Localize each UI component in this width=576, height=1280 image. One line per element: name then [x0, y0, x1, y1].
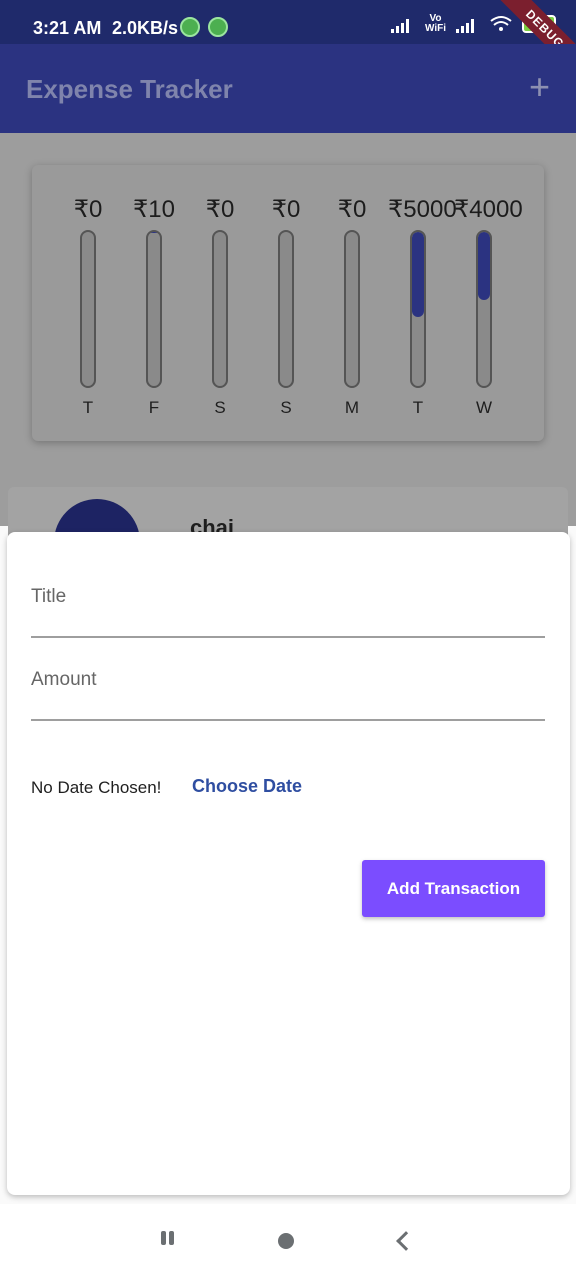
- chart-bar: [278, 230, 294, 388]
- recent-apps-icon[interactable]: [159, 1228, 177, 1248]
- chart-bar-fill: [412, 232, 424, 318]
- chart-column: ₹0 M: [322, 165, 382, 441]
- app-bar: Expense Tracker +: [0, 44, 576, 133]
- chart-day-label: W: [475, 398, 493, 417]
- new-transaction-sheet: Title Amount No Date Chosen! Choose Date…: [7, 532, 570, 1195]
- chart-column: ₹0 T: [58, 165, 118, 441]
- chart-day-label: S: [280, 398, 292, 417]
- notification-app-icon: [208, 17, 228, 37]
- chart-amount-label: ₹0: [205, 196, 235, 223]
- chart-amount-label: ₹5000: [388, 196, 457, 223]
- status-time: 3:21 AM: [33, 18, 102, 38]
- chart-bar: [344, 230, 360, 388]
- signal-icon: [456, 15, 480, 33]
- chart-column: ₹0 S: [190, 165, 250, 441]
- background-content: ₹0 T ₹10 F ₹0 S ₹0 S ₹0 M ₹5000 T ₹4000 W chai: [0, 133, 576, 585]
- chart-bar: [212, 230, 228, 388]
- home-icon[interactable]: [278, 1233, 294, 1249]
- chart-day-label: M: [344, 398, 360, 417]
- wifi-icon: [490, 16, 512, 31]
- chart-bar: [80, 230, 96, 388]
- chart-bar: [146, 230, 162, 388]
- chart-amount-label: ₹0: [73, 196, 103, 223]
- chart-amount-label: ₹0: [271, 196, 301, 223]
- weekly-chart-card: ₹0 T ₹10 F ₹0 S ₹0 S ₹0 M ₹5000 T ₹4000 W: [32, 165, 544, 441]
- chart-amount-label: ₹4000: [454, 196, 523, 223]
- amount-input[interactable]: [31, 655, 549, 717]
- vowifi-icon: Vo WiFi: [424, 13, 446, 34]
- chart-bar: [410, 230, 426, 388]
- amount-underline: [31, 719, 545, 721]
- add-transaction-button[interactable]: Add Transaction: [362, 860, 545, 917]
- chart-column: ₹5000 T: [388, 165, 457, 441]
- chart-column: ₹4000 W: [454, 165, 523, 441]
- chart-day-label: T: [82, 398, 94, 417]
- signal-icon: [390, 15, 415, 33]
- chart-day-label: S: [214, 398, 226, 417]
- chart-bar-fill: [478, 232, 490, 301]
- date-status-text: No Date Chosen!: [31, 778, 162, 797]
- network-speed: 2.0KB/s: [112, 18, 179, 38]
- choose-date-button[interactable]: Choose Date: [192, 776, 302, 797]
- back-icon[interactable]: [396, 1231, 416, 1251]
- system-navigation-bar: [0, 1204, 576, 1280]
- chart-day-label: F: [148, 398, 160, 417]
- amount-field[interactable]: Amount: [31, 615, 549, 721]
- chart-amount-label: ₹10: [133, 196, 175, 223]
- app-title: Expense Tracker: [26, 74, 233, 104]
- chart-bar: [476, 230, 492, 388]
- status-bar: 3:21 AM 2.0KB/s VoWiFi 77 DEBUG: [0, 0, 576, 83]
- chart-amount-label: ₹0: [337, 196, 367, 223]
- add-transaction-icon[interactable]: +: [529, 69, 550, 105]
- title-field[interactable]: Title: [31, 532, 549, 638]
- notification-app-icon: [180, 17, 200, 37]
- chart-column: ₹10 F: [124, 165, 184, 441]
- chart-column: ₹0 S: [256, 165, 316, 441]
- chart-day-label: T: [412, 398, 424, 417]
